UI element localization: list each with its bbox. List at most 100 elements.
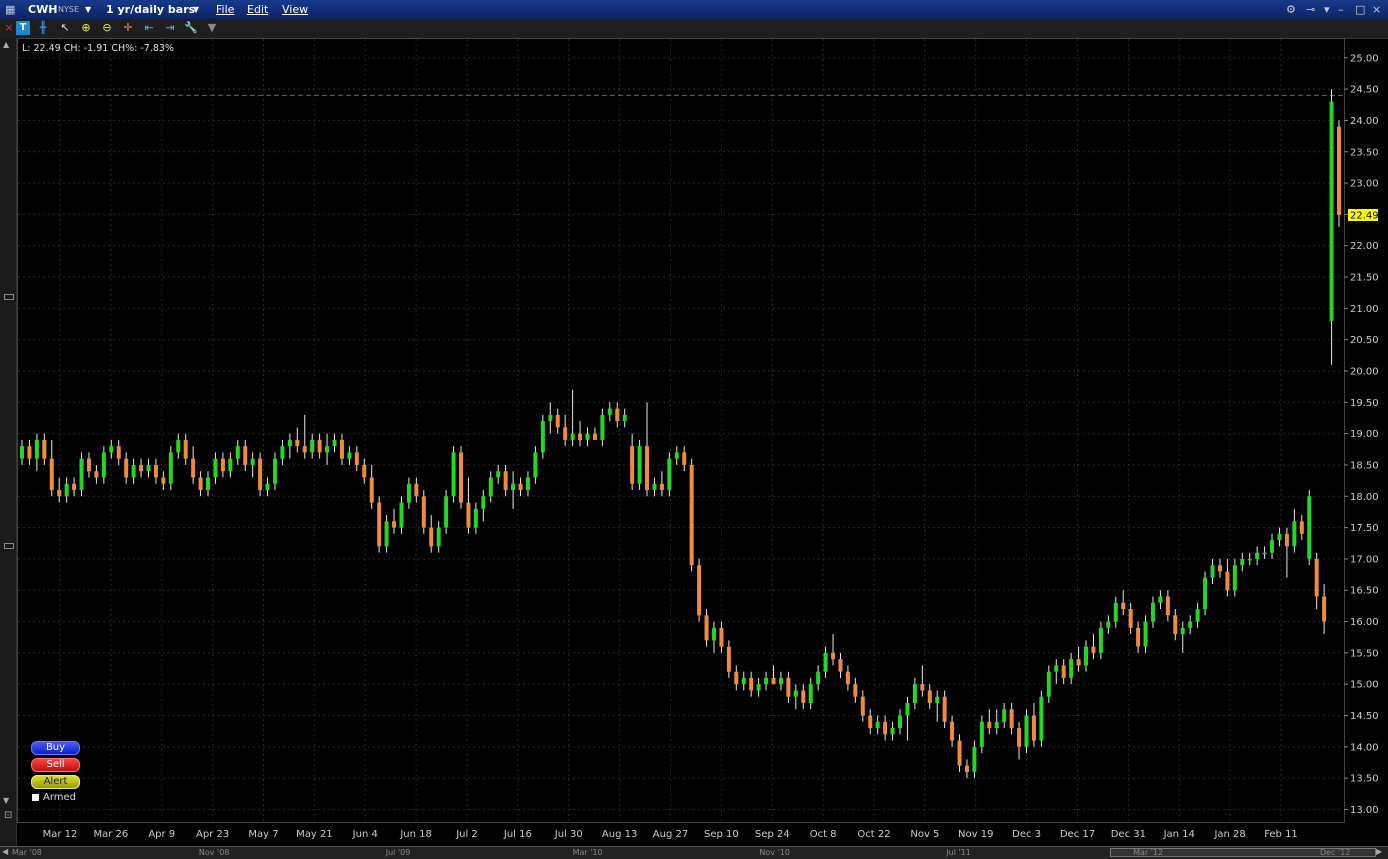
x-tick-label: Dec 3: [1012, 829, 1041, 840]
x-tick-label: Jan 28: [1213, 829, 1245, 840]
y-tick-label: 20.00: [1350, 366, 1379, 377]
shift-left-icon[interactable]: ⇤: [142, 21, 156, 35]
pointer-icon[interactable]: ↖: [58, 21, 72, 35]
x-tick-label: Jun 18: [399, 829, 432, 840]
x-tick-label: Feb 11: [1264, 829, 1298, 840]
scrollbar-date-label: Mar '12: [1133, 848, 1164, 857]
y-tick-label: 19.00: [1350, 429, 1379, 440]
y-tick-label: 21.50: [1350, 273, 1379, 284]
period-dropdown-icon[interactable]: ▼: [193, 0, 199, 19]
x-tick-label: Aug 13: [602, 829, 637, 840]
armed-label: Armed: [43, 792, 77, 803]
scrollbar-date-label: Nov '08: [198, 848, 230, 857]
pin-icon[interactable]: ⊸: [1306, 0, 1315, 19]
pane-divider-handle[interactable]: [4, 543, 14, 549]
armed-checkbox[interactable]: [32, 794, 39, 801]
y-tick-label: 17.00: [1350, 554, 1379, 565]
x-tick-label: Dec 17: [1060, 829, 1095, 840]
zoom-in-icon[interactable]: ⊕: [79, 21, 93, 35]
title-bar: ▦ CWH NYSE ▼ 1 yr/daily bars ▼ File Edit…: [0, 0, 1388, 20]
x-tick-label: Dec 31: [1111, 829, 1146, 840]
y-tick-label: 23.50: [1350, 147, 1379, 158]
x-tick-label: Mar 26: [93, 829, 128, 840]
y-tick-label: 18.50: [1350, 460, 1379, 471]
y-tick-label: 18.00: [1350, 492, 1379, 503]
zoom-out-icon[interactable]: ⊖: [100, 21, 114, 35]
shift-right-icon[interactable]: ⇥: [163, 21, 177, 35]
window-app-icon[interactable]: ▦: [5, 0, 15, 19]
time-scrollbar[interactable]: ◀ ▶ Mar '08 Nov '08 Jul '09 Mar '10 Nov '10 J…: [0, 846, 1388, 859]
close-chart-icon[interactable]: ×: [2, 21, 16, 35]
y-tick-label: 14.00: [1350, 742, 1379, 753]
period-selector[interactable]: 1 yr/daily bars: [106, 0, 195, 19]
scrollbar-date-label: Mar '08: [12, 848, 43, 857]
y-tick-label: 16.50: [1350, 586, 1379, 597]
y-tick-label: 15.00: [1350, 680, 1379, 691]
x-tick-label: Aug 27: [653, 829, 688, 840]
x-tick-label: Apr 9: [148, 829, 175, 840]
dropdown-icon[interactable]: ▾: [1324, 0, 1330, 19]
menu-edit[interactable]: Edit: [247, 0, 268, 19]
y-tick-label: 15.50: [1350, 648, 1379, 659]
y-tick-label: 19.50: [1350, 398, 1379, 409]
y-tick-label: 16.00: [1350, 617, 1379, 628]
scrollbar-date-label: Dec '12: [1320, 848, 1351, 857]
menu-view[interactable]: View: [282, 0, 308, 19]
last-price-marker: 22.49: [1348, 209, 1379, 222]
link-icon[interactable]: ⚙: [1286, 0, 1296, 19]
x-tick-label: Oct 22: [857, 829, 890, 840]
scroll-up-icon[interactable]: ▲: [3, 40, 9, 49]
maximize-icon[interactable]: □: [1355, 0, 1365, 19]
y-tick-label: 22.50: [1350, 210, 1379, 221]
y-tick-label: 13.00: [1350, 805, 1379, 816]
x-tick-label: Jul 16: [503, 829, 532, 840]
alert-button[interactable]: Alert: [31, 775, 80, 789]
scroll-right-icon[interactable]: ▶: [1376, 847, 1382, 856]
scrollbar-date-label: Mar '10: [572, 848, 603, 857]
close-icon[interactable]: ×: [1372, 0, 1381, 19]
y-tick-label: 22.00: [1350, 241, 1379, 252]
x-tick-label: May 21: [296, 829, 333, 840]
x-tick-label: Mar 12: [43, 829, 78, 840]
bar-style-icon[interactable]: ╫: [36, 21, 50, 35]
scrollbar-date-label: Jul '11: [946, 848, 971, 857]
last-price-box: [1348, 209, 1378, 222]
pane-divider-handle[interactable]: [4, 294, 14, 300]
date-axis: Mar 12 Mar 26 Apr 9 Apr 23 May 7 May 21 Jun 4 J…: [43, 829, 1298, 840]
price-axis: 13.00 13.50 14.00 14.50 15.00 15.50 16.00 16.50…: [1344, 53, 1379, 816]
x-tick-label: Oct 8: [810, 829, 837, 840]
x-tick-label: Nov 5: [910, 829, 939, 840]
y-tick-label: 23.00: [1350, 179, 1379, 190]
y-tick-label: 21.00: [1350, 304, 1379, 315]
y-tick-label: 20.50: [1350, 335, 1379, 346]
x-tick-label: Jan 14: [1163, 829, 1195, 840]
scroll-down-icon[interactable]: ▼: [3, 796, 9, 805]
y-tick-label: 25.00: [1350, 53, 1379, 64]
sell-button[interactable]: Sell: [31, 758, 80, 772]
scroll-left-icon[interactable]: ◀: [2, 847, 8, 856]
window-icon[interactable]: ⊡: [4, 810, 12, 821]
x-tick-label: May 7: [248, 829, 278, 840]
x-tick-label: Jun 4: [352, 829, 378, 840]
exchange-label: NYSE: [58, 5, 80, 14]
y-tick-label: 14.50: [1350, 711, 1379, 722]
left-scroll-strip[interactable]: ▲ ▼ ⊡: [0, 38, 17, 846]
y-tick-label: 24.50: [1350, 85, 1379, 96]
more-tools-icon[interactable]: ▼: [205, 21, 219, 35]
wrench-icon[interactable]: 🔧: [184, 21, 198, 35]
menu-file[interactable]: File: [216, 0, 234, 19]
x-tick-label: Sep 10: [704, 829, 739, 840]
x-tick-label: Nov 19: [958, 829, 993, 840]
minimize-icon[interactable]: –: [1338, 0, 1344, 19]
symbol-dropdown-icon[interactable]: ▼: [85, 0, 91, 19]
last-price-label: 22.49: [1350, 211, 1379, 222]
crosshair-icon[interactable]: ✛: [121, 21, 135, 35]
scrollbar-date-label: Jul '09: [385, 848, 411, 857]
symbol-label[interactable]: CWH: [28, 0, 57, 19]
chart-toolbar: × T ╫ ↖ ⊕ ⊖ ✛ ⇤ ⇥ 🔧 ▼: [0, 19, 1388, 39]
x-tick-label: Sep 24: [755, 829, 790, 840]
buy-button[interactable]: Buy: [31, 741, 80, 755]
text-tool-icon[interactable]: T: [16, 21, 30, 35]
x-tick-label: Apr 23: [196, 829, 229, 840]
y-tick-label: 24.00: [1350, 116, 1379, 127]
